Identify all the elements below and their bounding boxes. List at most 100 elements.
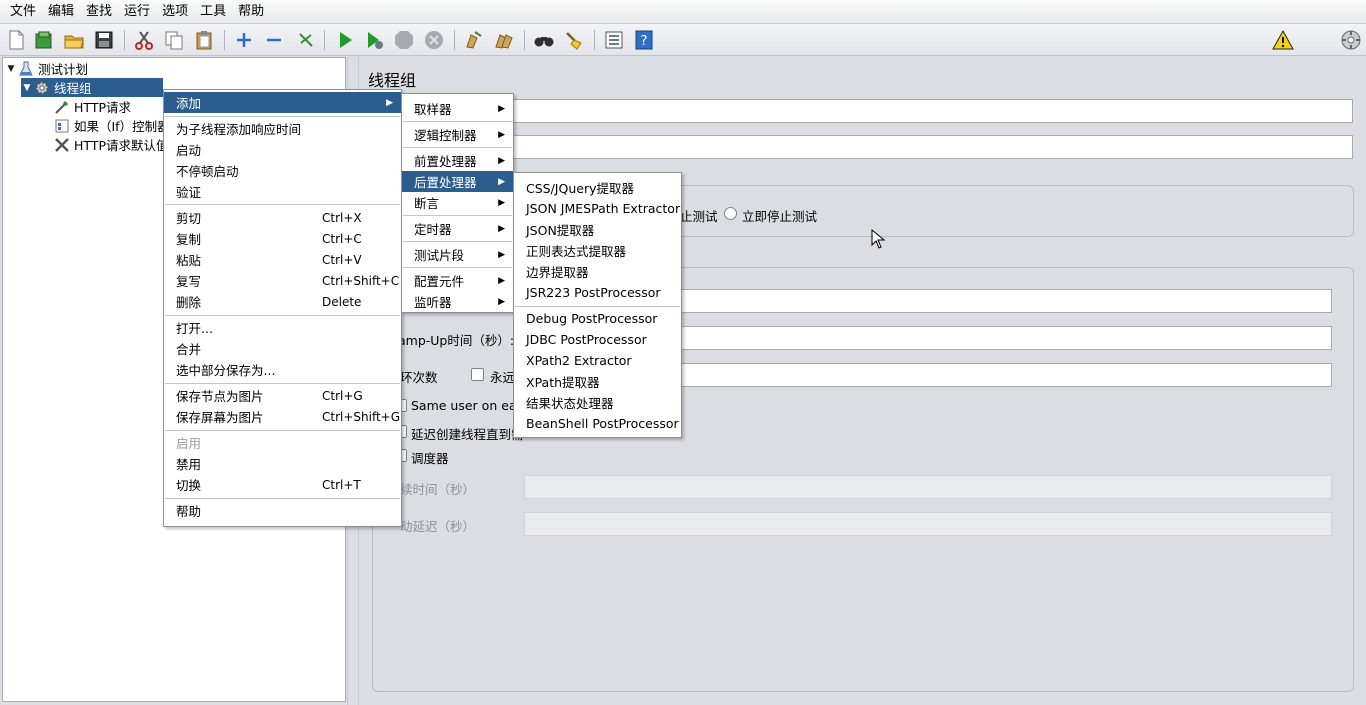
submenu-item-post-processor[interactable]: 后置处理器 ▶: [402, 171, 513, 192]
warning-icon[interactable]: [1271, 28, 1295, 52]
collapse-icon[interactable]: [262, 28, 286, 52]
post-processor-item[interactable]: 边界提取器: [514, 261, 681, 282]
post-processor-item[interactable]: 结果状态处理器: [514, 392, 681, 413]
clear-all-icon[interactable]: [492, 28, 516, 52]
toggle-icon[interactable]: [294, 28, 318, 52]
menu-item-copy[interactable]: 复制 Ctrl+C: [164, 228, 401, 249]
menu-tools[interactable]: 工具: [194, 0, 232, 24]
rampup-field[interactable]: [681, 326, 1332, 350]
panel-title: 线程组: [368, 71, 417, 90]
menu-search[interactable]: 查找: [80, 0, 118, 24]
tree-node-http-request[interactable]: HTTP请求: [53, 97, 131, 116]
start-no-pause-icon[interactable]: [362, 28, 386, 52]
post-processor-item[interactable]: JSON JMESPath Extractor: [514, 198, 681, 219]
function-helper-icon[interactable]: [602, 28, 626, 52]
tree-node-if-controller[interactable]: 如果（If）控制器: [53, 116, 170, 135]
new-icon[interactable]: [4, 28, 28, 52]
menu-item-label: 剪切: [176, 211, 202, 226]
submenu-item-config-element[interactable]: 配置元件 ▶: [402, 270, 513, 291]
menu-item-open[interactable]: 打开...: [164, 317, 401, 338]
menu-item-label: 打开...: [176, 321, 213, 336]
help-icon[interactable]: ?: [632, 28, 656, 52]
startup-delay-field[interactable]: [524, 512, 1332, 536]
menu-file[interactable]: 文件: [4, 0, 42, 24]
post-processor-item[interactable]: XPath2 Extractor: [514, 350, 681, 371]
forever-checkbox[interactable]: [471, 368, 484, 381]
submenu-item-test-fragment[interactable]: 测试片段 ▶: [402, 244, 513, 265]
loop-count-field[interactable]: [681, 363, 1332, 387]
menu-item-save-screen-image[interactable]: 保存屏幕为图片 Ctrl+Shift+G: [164, 406, 401, 427]
menu-item-save-selection-as[interactable]: 选中部分保存为...: [164, 359, 401, 380]
menu-help[interactable]: 帮助: [232, 0, 270, 24]
post-processor-item[interactable]: JSON提取器: [514, 219, 681, 240]
post-processor-submenu: CSS/JQuery提取器 JSON JMESPath Extractor JS…: [513, 172, 682, 438]
menu-item-add[interactable]: 添加 ▶: [164, 92, 401, 113]
menu-item-label: 启动: [176, 143, 202, 158]
submenu-item-pre-processor[interactable]: 前置处理器 ▶: [402, 150, 513, 171]
menu-item-disable[interactable]: 禁用: [164, 453, 401, 474]
paste-icon[interactable]: [192, 28, 216, 52]
menu-item-cut[interactable]: 剪切 Ctrl+X: [164, 207, 401, 228]
shutdown-icon[interactable]: [422, 28, 446, 52]
menu-item-label: 选中部分保存为...: [176, 363, 276, 378]
open-icon[interactable]: [62, 28, 86, 52]
menu-item-save-node-image[interactable]: 保存节点为图片 Ctrl+G: [164, 385, 401, 406]
duration-field[interactable]: [524, 475, 1332, 499]
collapse-arrow-icon[interactable]: ▼: [21, 83, 33, 93]
post-processor-item[interactable]: 正则表达式提取器: [514, 240, 681, 261]
menu-item-duplicate[interactable]: 复写 Ctrl+Shift+C: [164, 270, 401, 291]
submenu-item-logic-controller[interactable]: 逻辑控制器 ▶: [402, 124, 513, 145]
post-processor-item[interactable]: Debug PostProcessor: [514, 308, 681, 329]
collapse-arrow-icon[interactable]: ▼: [5, 64, 17, 74]
menu-item-help[interactable]: 帮助: [164, 500, 401, 521]
menu-item-label: JSR223 PostProcessor: [526, 285, 661, 300]
menu-edit[interactable]: 编辑: [42, 0, 80, 24]
comments-field[interactable]: [512, 135, 1353, 159]
menu-item-toggle[interactable]: 切换 Ctrl+T: [164, 474, 401, 495]
submenu-arrow-icon: ▶: [498, 249, 505, 260]
submenu-item-assertion[interactable]: 断言 ▶: [402, 192, 513, 213]
name-field[interactable]: [512, 99, 1353, 123]
menu-item-label: Debug PostProcessor: [526, 311, 658, 326]
submenu-item-timer[interactable]: 定时器 ▶: [402, 218, 513, 239]
submenu-arrow-icon: ▶: [498, 129, 505, 140]
templates-icon[interactable]: [32, 28, 56, 52]
expand-icon[interactable]: [232, 28, 256, 52]
post-processor-item[interactable]: CSS/JQuery提取器: [514, 177, 681, 198]
menu-run[interactable]: 运行: [118, 0, 156, 24]
post-processor-item[interactable]: JDBC PostProcessor: [514, 329, 681, 350]
clear-icon[interactable]: [462, 28, 486, 52]
tree-node-http-defaults[interactable]: HTTP请求默认值: [53, 135, 169, 154]
reset-search-icon[interactable]: [562, 28, 586, 52]
menu-item-start-no-pauses[interactable]: 不停顿启动: [164, 160, 401, 181]
menu-item-shortcut: Ctrl+Shift+G: [322, 409, 401, 424]
thread-count-field[interactable]: [681, 289, 1332, 313]
menu-item-delete[interactable]: 删除 Delete: [164, 291, 401, 312]
menu-item-paste[interactable]: 粘贴 Ctrl+V: [164, 249, 401, 270]
submenu-item-sampler[interactable]: 取样器 ▶: [402, 98, 513, 119]
menu-options[interactable]: 选项: [156, 0, 194, 24]
save-icon[interactable]: [92, 28, 116, 52]
submenu-item-listener[interactable]: 监听器 ▶: [402, 291, 513, 312]
cut-icon[interactable]: [132, 28, 156, 52]
menu-item-label: 切换: [176, 478, 202, 493]
wrench-icon: [53, 137, 71, 153]
menu-item-enable[interactable]: 启用: [164, 432, 401, 453]
menu-bar: 文件 编辑 查找 运行 选项 工具 帮助: [0, 0, 1366, 24]
start-icon[interactable]: [333, 28, 357, 52]
menu-item-add-response-time[interactable]: 为子线程添加响应时间: [164, 118, 401, 139]
menu-item-label: 保存屏幕为图片: [176, 410, 264, 425]
menu-item-validate[interactable]: 验证: [164, 181, 401, 202]
menu-item-start[interactable]: 启动: [164, 139, 401, 160]
post-processor-item[interactable]: BeanShell PostProcessor: [514, 413, 681, 434]
stop-now-radio[interactable]: [724, 207, 737, 220]
submenu-arrow-icon: ▶: [498, 103, 505, 114]
search-icon[interactable]: [532, 28, 556, 52]
post-processor-item[interactable]: XPath提取器: [514, 371, 681, 392]
post-processor-item[interactable]: JSR223 PostProcessor: [514, 282, 681, 303]
stop-icon[interactable]: [392, 28, 416, 52]
tree-node-test-plan[interactable]: ▼ 测试计划: [5, 59, 88, 78]
menu-item-merge[interactable]: 合并: [164, 338, 401, 359]
tree-node-thread-group[interactable]: ▼ 线程组: [21, 78, 163, 97]
copy-icon[interactable]: [162, 28, 186, 52]
